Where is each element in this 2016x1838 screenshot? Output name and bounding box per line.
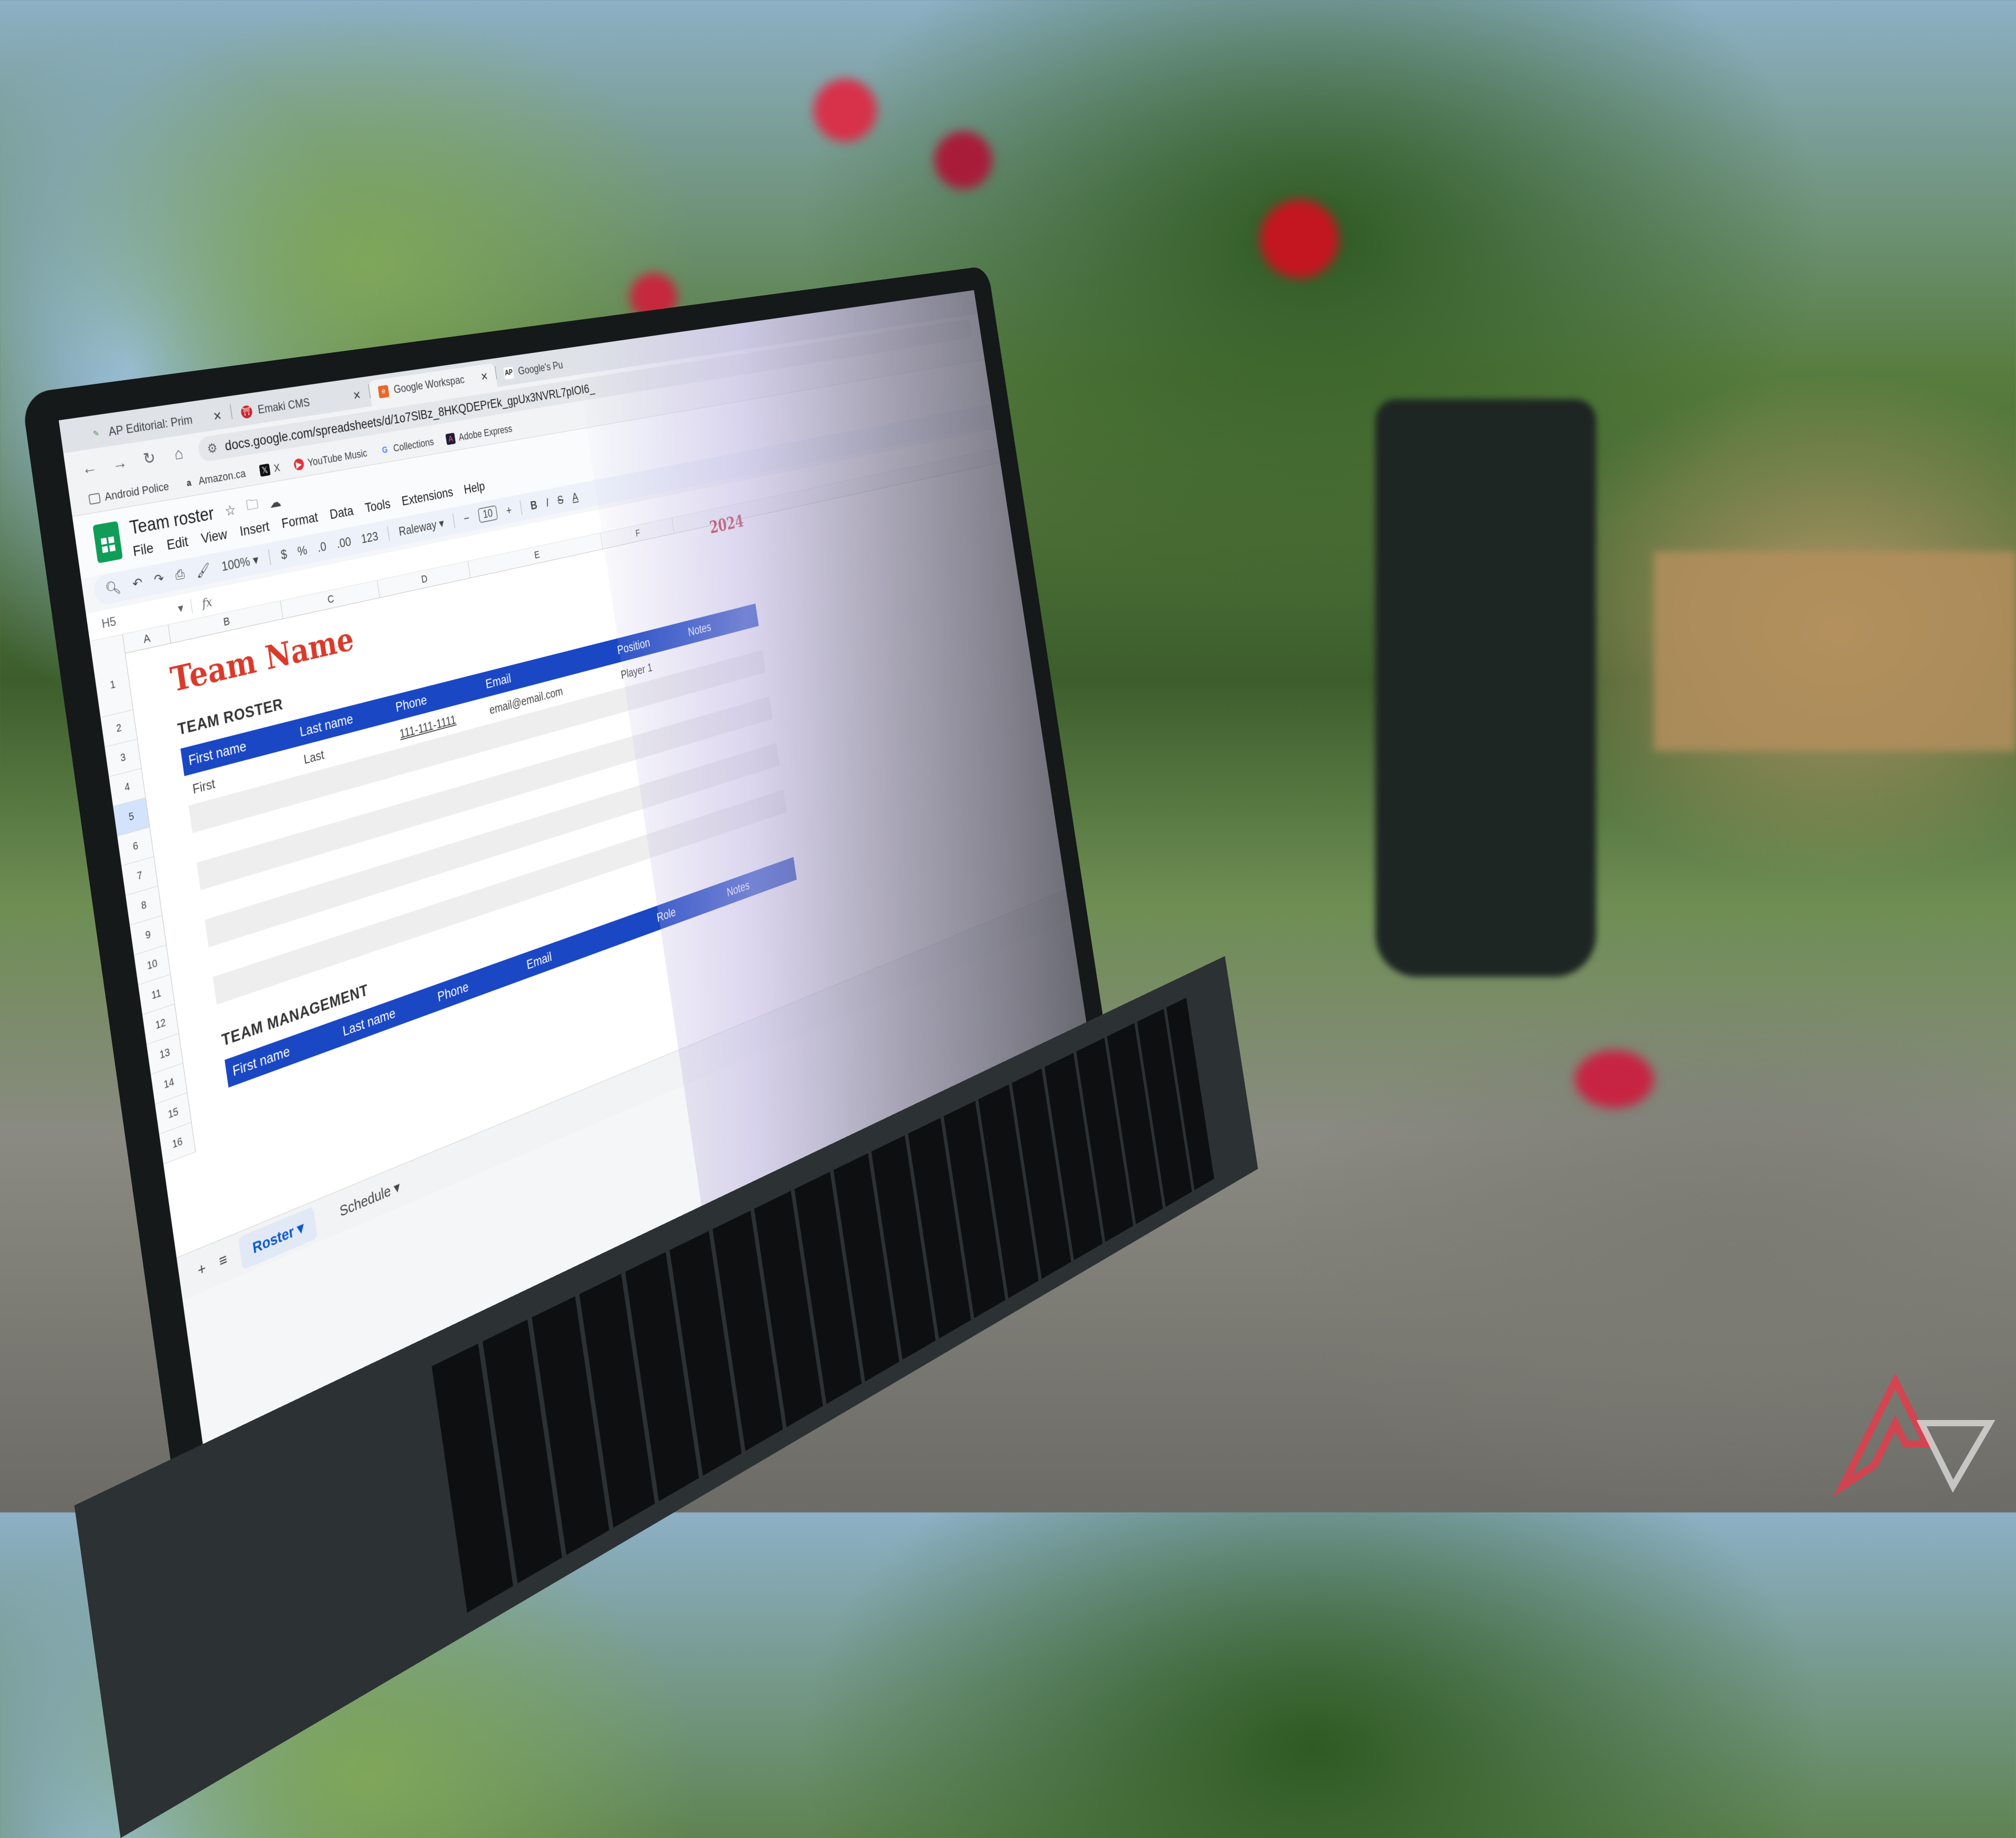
increase-decimal-button[interactable]: .00 xyxy=(335,534,352,551)
ap-icon: AP xyxy=(503,367,514,380)
forward-icon[interactable]: → xyxy=(109,452,130,474)
sheet-tab-label: Roster xyxy=(251,1223,295,1257)
toolbar-divider xyxy=(519,500,523,515)
home-icon[interactable]: ⌂ xyxy=(169,443,188,464)
flower-pot xyxy=(1376,399,1596,977)
sheets-logo-icon[interactable] xyxy=(92,521,123,563)
android-police-logo-icon xyxy=(1833,1373,1996,1497)
zoom-value: 100% xyxy=(220,553,251,574)
search-icon[interactable]: 🔍︎ xyxy=(104,579,122,598)
star-icon[interactable]: ☆ xyxy=(224,501,237,519)
menu-tools[interactable]: Tools xyxy=(364,496,391,516)
menu-edit[interactable]: Edit xyxy=(166,534,190,554)
toolbar-divider xyxy=(268,549,271,565)
redo-icon[interactable]: ↷ xyxy=(153,570,165,588)
folder-icon xyxy=(88,493,101,505)
toolbar-divider xyxy=(387,526,390,541)
flower xyxy=(934,131,992,189)
bookmark-label: Android Police xyxy=(103,479,170,504)
pencil-icon: ✎ xyxy=(92,429,100,439)
zoom-select[interactable]: 100% ▾ xyxy=(220,552,259,575)
laptop: ✎ AP Editorial: Prim ✕ ⛩ Emaki CMS ✕ e G… xyxy=(21,264,1258,1838)
toolbar-divider xyxy=(452,513,456,528)
number-format-button[interactable]: 123 xyxy=(360,528,379,546)
fx-icon: fx xyxy=(201,594,213,611)
back-icon[interactable]: ← xyxy=(79,457,100,479)
wooden-fence xyxy=(1654,551,2016,751)
menu-data[interactable]: Data xyxy=(329,503,354,523)
reload-icon[interactable]: ↻ xyxy=(139,447,160,469)
close-icon[interactable]: ✕ xyxy=(480,370,489,384)
emaki-icon: ⛩ xyxy=(240,404,253,420)
header-role: Role xyxy=(656,904,677,925)
bookmark-x[interactable]: 𝕏 X xyxy=(259,461,281,477)
x-icon: 𝕏 xyxy=(259,463,271,477)
amazon-icon: a xyxy=(186,477,192,488)
menu-insert[interactable]: Insert xyxy=(239,518,270,539)
menu-file[interactable]: File xyxy=(132,540,154,560)
youtube-music-icon: ▶ xyxy=(293,457,304,471)
chevron-down-icon: ▾ xyxy=(177,601,185,616)
header-email: Email xyxy=(526,949,553,973)
bookmark-collections[interactable]: G Collections xyxy=(380,436,435,457)
bold-button[interactable]: B xyxy=(530,497,538,513)
font-size-increase-button[interactable]: + xyxy=(505,503,512,518)
name-box-value: H5 xyxy=(101,614,117,631)
undo-icon[interactable]: ↶ xyxy=(131,575,143,592)
flower xyxy=(1260,200,1339,278)
flower xyxy=(814,79,877,142)
strikethrough-icon[interactable]: S xyxy=(556,493,564,507)
font-size-input[interactable]: 10 xyxy=(477,505,498,524)
google-icon: G xyxy=(381,445,388,455)
adobe-express-icon: A xyxy=(445,432,456,445)
blogger-icon: e xyxy=(377,384,390,399)
close-icon[interactable]: ✕ xyxy=(352,388,362,403)
decrease-decimal-button[interactable]: .0 xyxy=(317,538,328,555)
percent-button[interactable]: % xyxy=(297,542,308,559)
bookmark-label: Amazon.ca xyxy=(197,467,247,487)
bookmark-amazon[interactable]: a Amazon.ca xyxy=(183,467,246,490)
font-size-decrease-button[interactable]: − xyxy=(463,510,470,526)
sheet-tab-label: Schedule xyxy=(338,1182,392,1220)
add-sheet-button[interactable]: + xyxy=(196,1259,207,1280)
bookmark-label: YouTube Music xyxy=(307,446,368,469)
menu-format[interactable]: Format xyxy=(280,509,319,531)
currency-button[interactable]: $ xyxy=(280,546,288,562)
menu-help[interactable]: Help xyxy=(463,478,486,497)
cloud-saved-icon[interactable]: ☁ xyxy=(268,493,282,511)
header-notes: Notes xyxy=(726,878,751,900)
header-phone: Phone xyxy=(436,978,470,1005)
paint-format-icon[interactable]: 🖌︎ xyxy=(195,561,212,579)
italic-button[interactable]: I xyxy=(545,495,550,509)
menu-view[interactable]: View xyxy=(200,526,228,547)
bookmark-label: Adobe Express xyxy=(458,423,513,443)
flower xyxy=(1575,1050,1654,1108)
print-icon[interactable]: ⎙ xyxy=(174,566,186,583)
all-sheets-button[interactable]: ≡ xyxy=(218,1250,228,1271)
cell-notes[interactable] xyxy=(692,640,753,656)
font-value: Raleway xyxy=(397,517,438,539)
text-color-icon[interactable]: A xyxy=(571,489,579,504)
move-folder-icon[interactable]: 🗀 xyxy=(245,494,260,519)
site-settings-icon[interactable]: ⚙ xyxy=(206,440,218,456)
close-icon[interactable]: ✕ xyxy=(212,409,223,424)
font-select[interactable]: Raleway ▾ xyxy=(398,516,445,539)
bookmark-label: Collections xyxy=(392,435,435,454)
bookmark-label: X xyxy=(273,461,281,475)
